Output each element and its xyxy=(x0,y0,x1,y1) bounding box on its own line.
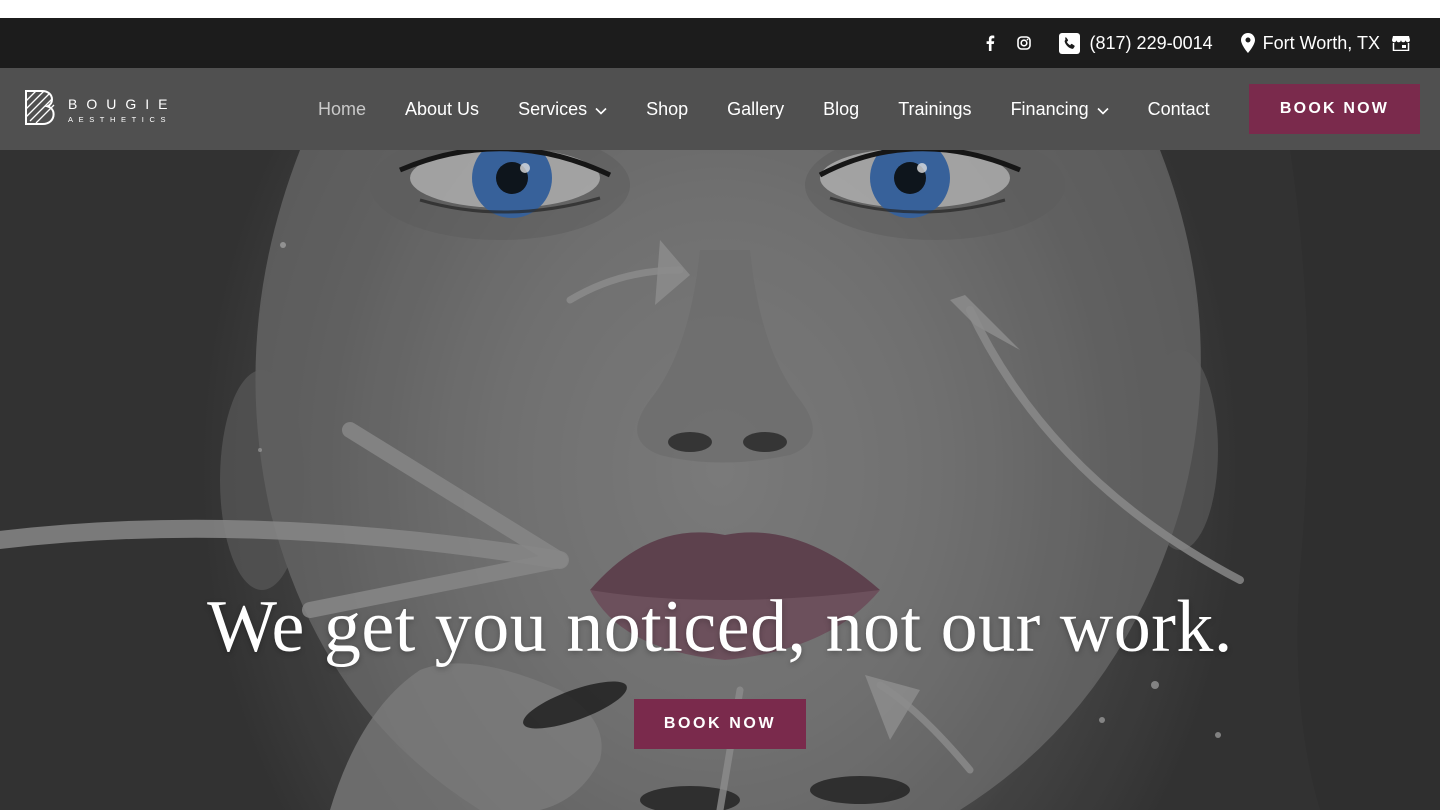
hero-headline: We get you noticed, not our work. xyxy=(207,586,1233,668)
nav-menu: Home About Us Services Shop Gallery Blog… xyxy=(318,68,1210,150)
instagram-icon[interactable] xyxy=(1016,36,1031,50)
nav-item-blog[interactable]: Blog xyxy=(823,99,859,120)
page-top-strip xyxy=(0,0,1440,18)
phone-icon xyxy=(1058,32,1080,54)
chevron-down-icon xyxy=(595,99,607,120)
map-pin-icon xyxy=(1240,33,1255,53)
facebook-icon[interactable] xyxy=(985,35,995,51)
brand-name: BOUGIE xyxy=(68,95,177,112)
hero-section: We get you noticed, not our work. BOOK N… xyxy=(0,150,1440,810)
book-now-button[interactable]: BOOK NOW xyxy=(1249,84,1420,134)
phone-number: (817) 229-0014 xyxy=(1089,32,1213,53)
nav-item-trainings[interactable]: Trainings xyxy=(898,99,971,120)
social-links xyxy=(985,35,1031,51)
main-navigation: BOUGIE AESTHETICS Home About Us Services… xyxy=(0,68,1440,150)
nav-item-about-us[interactable]: About Us xyxy=(405,99,479,120)
location-link[interactable]: Fort Worth, TX xyxy=(1240,32,1410,54)
nav-item-home[interactable]: Home xyxy=(318,99,366,120)
top-contact-bar: (817) 229-0014 Fort Worth, TX xyxy=(0,18,1440,68)
brand-tagline: AESTHETICS xyxy=(68,114,172,124)
hero-book-now-button[interactable]: BOOK NOW xyxy=(634,699,806,749)
nav-item-shop[interactable]: Shop xyxy=(646,99,688,120)
location-text: Fort Worth, TX xyxy=(1262,32,1380,53)
nav-item-services[interactable]: Services xyxy=(518,99,607,120)
store-icon[interactable] xyxy=(1392,35,1410,51)
chevron-down-icon xyxy=(1097,99,1109,120)
brand-logo[interactable]: BOUGIE AESTHETICS xyxy=(24,89,189,131)
logo-mark-icon xyxy=(25,90,55,125)
phone-link[interactable]: (817) 229-0014 xyxy=(1058,32,1213,54)
nav-item-gallery[interactable]: Gallery xyxy=(727,99,784,120)
nav-item-contact[interactable]: Contact xyxy=(1148,99,1210,120)
nav-item-financing[interactable]: Financing xyxy=(1011,99,1109,120)
